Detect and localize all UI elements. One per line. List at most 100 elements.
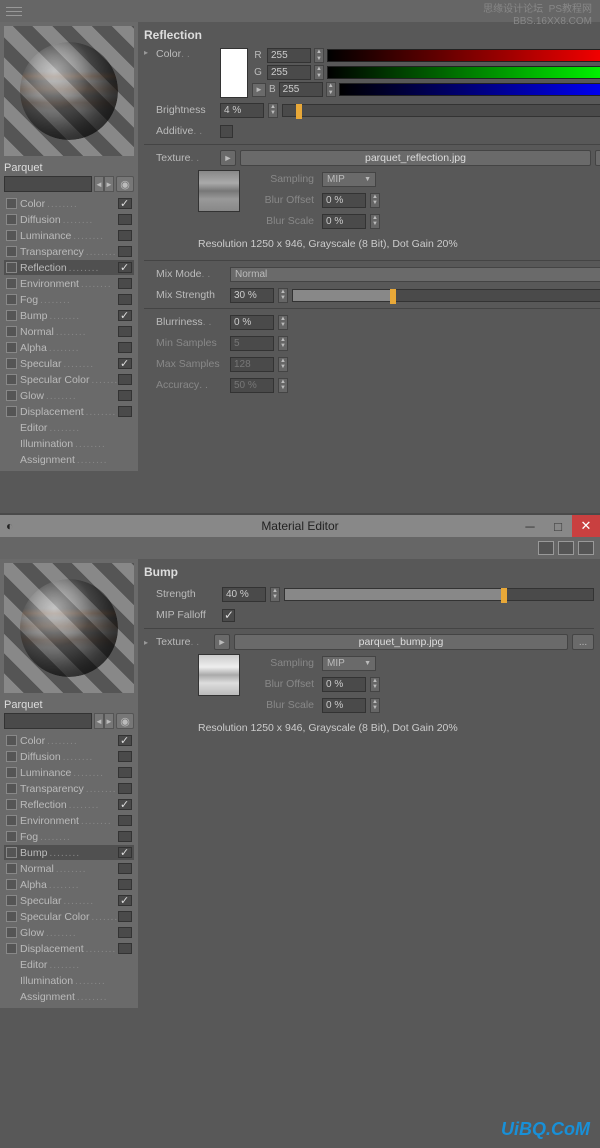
- material-preview[interactable]: [4, 563, 134, 693]
- channel-toggle[interactable]: [118, 214, 132, 225]
- channel-toggle[interactable]: [118, 863, 132, 874]
- texture-thumbnail[interactable]: [198, 170, 240, 212]
- sampling-dropdown[interactable]: MIP▼: [322, 172, 376, 187]
- texture-menu-button[interactable]: ►: [214, 634, 230, 650]
- channel-specular[interactable]: Specular: [4, 356, 134, 371]
- b-input[interactable]: 255: [279, 82, 323, 97]
- channel-diffusion[interactable]: Diffusion: [4, 212, 134, 227]
- picker-icon[interactable]: ◉: [116, 176, 134, 192]
- r-spinner[interactable]: ▲▼: [314, 48, 324, 63]
- channel-assignment[interactable]: Assignment: [4, 452, 134, 467]
- prev-material-button[interactable]: ◄: [94, 713, 104, 729]
- texture-file-field[interactable]: parquet_reflection.jpg: [240, 150, 591, 166]
- blur-scale-input[interactable]: 0 %: [322, 214, 366, 229]
- channel-reflection[interactable]: Reflection: [4, 260, 134, 275]
- channel-color[interactable]: Color: [4, 196, 134, 211]
- channel-toggle[interactable]: [118, 799, 132, 810]
- channel-toggle[interactable]: [118, 815, 132, 826]
- g-spinner[interactable]: ▲▼: [314, 65, 324, 80]
- channel-toggle[interactable]: [118, 767, 132, 778]
- navigate-right-icon[interactable]: [578, 541, 594, 555]
- blur-scale-input[interactable]: 0 %: [322, 698, 366, 713]
- channel-specular[interactable]: Specular: [4, 893, 134, 908]
- texture-menu-button[interactable]: ►: [220, 150, 236, 166]
- channel-toggle[interactable]: [118, 230, 132, 241]
- channel-illumination[interactable]: Illumination: [4, 973, 134, 988]
- channel-toggle[interactable]: [118, 783, 132, 794]
- brightness-input[interactable]: 4 %: [220, 103, 264, 118]
- channel-transparency[interactable]: Transparency: [4, 244, 134, 259]
- g-slider[interactable]: [327, 66, 600, 79]
- channel-toggle[interactable]: [118, 751, 132, 762]
- b-spinner[interactable]: ▲▼: [326, 82, 336, 97]
- channel-alpha[interactable]: Alpha: [4, 877, 134, 892]
- channel-specular-color[interactable]: Specular Color: [4, 909, 134, 924]
- navigate-left-icon[interactable]: [558, 541, 574, 555]
- blur-offset-input[interactable]: 0 %: [322, 193, 366, 208]
- blurriness-input[interactable]: 0 %: [230, 315, 274, 330]
- channel-normal[interactable]: Normal: [4, 861, 134, 876]
- channel-displacement[interactable]: Displacement: [4, 404, 134, 419]
- channel-reflection[interactable]: Reflection: [4, 797, 134, 812]
- strength-slider[interactable]: [284, 588, 594, 601]
- material-preview[interactable]: [4, 26, 134, 156]
- channel-displacement[interactable]: Displacement: [4, 941, 134, 956]
- channel-toggle[interactable]: [118, 735, 132, 746]
- color-mode-button[interactable]: ►: [252, 83, 266, 97]
- lock-icon[interactable]: [538, 541, 554, 555]
- texture-file-field[interactable]: parquet_bump.jpg: [234, 634, 568, 650]
- texture-thumbnail[interactable]: [198, 654, 240, 696]
- channel-toggle[interactable]: [118, 911, 132, 922]
- channel-color[interactable]: Color: [4, 733, 134, 748]
- channel-fog[interactable]: Fog: [4, 292, 134, 307]
- channel-bump[interactable]: Bump: [4, 845, 134, 860]
- channel-toggle[interactable]: [118, 879, 132, 890]
- channel-glow[interactable]: Glow: [4, 925, 134, 940]
- minimize-button[interactable]: ─: [516, 515, 544, 537]
- additive-checkbox[interactable]: [220, 125, 233, 138]
- channel-toggle[interactable]: [118, 374, 132, 385]
- channel-toggle[interactable]: [118, 895, 132, 906]
- channel-toggle[interactable]: [118, 326, 132, 337]
- channel-bump[interactable]: Bump: [4, 308, 134, 323]
- mip-falloff-checkbox[interactable]: [222, 609, 235, 622]
- channel-diffusion[interactable]: Diffusion: [4, 749, 134, 764]
- next-material-button[interactable]: ►: [104, 176, 114, 192]
- channel-environment[interactable]: Environment: [4, 813, 134, 828]
- maximize-button[interactable]: □: [544, 515, 572, 537]
- prev-material-button[interactable]: ◄: [94, 176, 104, 192]
- texture-browse-button[interactable]: ...: [595, 150, 600, 166]
- r-input[interactable]: 255: [267, 48, 311, 63]
- channel-toggle[interactable]: [118, 310, 132, 321]
- r-slider[interactable]: [327, 49, 600, 62]
- channel-specular-color[interactable]: Specular Color: [4, 372, 134, 387]
- mix-mode-dropdown[interactable]: Normal▼: [230, 267, 600, 282]
- material-name-input[interactable]: [4, 176, 92, 192]
- g-input[interactable]: 255: [267, 65, 311, 80]
- sampling-dropdown[interactable]: MIP▼: [322, 656, 376, 671]
- channel-luminance[interactable]: Luminance: [4, 228, 134, 243]
- expand-icon[interactable]: ▸: [144, 48, 152, 57]
- channel-toggle[interactable]: [118, 406, 132, 417]
- texture-browse-button[interactable]: ...: [572, 634, 594, 650]
- channel-toggle[interactable]: [118, 278, 132, 289]
- material-name-input[interactable]: [4, 713, 92, 729]
- channel-toggle[interactable]: [118, 831, 132, 842]
- channel-toggle[interactable]: [118, 927, 132, 938]
- strength-input[interactable]: 40 %: [222, 587, 266, 602]
- channel-toggle[interactable]: [118, 294, 132, 305]
- channel-toggle[interactable]: [118, 943, 132, 954]
- channel-toggle[interactable]: [118, 198, 132, 209]
- channel-toggle[interactable]: [118, 358, 132, 369]
- brightness-slider[interactable]: [282, 104, 600, 117]
- channel-illumination[interactable]: Illumination: [4, 436, 134, 451]
- channel-toggle[interactable]: [118, 390, 132, 401]
- channel-environment[interactable]: Environment: [4, 276, 134, 291]
- channel-editor[interactable]: Editor: [4, 420, 134, 435]
- picker-icon[interactable]: ◉: [116, 713, 134, 729]
- close-button[interactable]: ✕: [572, 515, 600, 537]
- mix-strength-input[interactable]: 30 %: [230, 288, 274, 303]
- channel-transparency[interactable]: Transparency: [4, 781, 134, 796]
- blur-offset-input[interactable]: 0 %: [322, 677, 366, 692]
- channel-luminance[interactable]: Luminance: [4, 765, 134, 780]
